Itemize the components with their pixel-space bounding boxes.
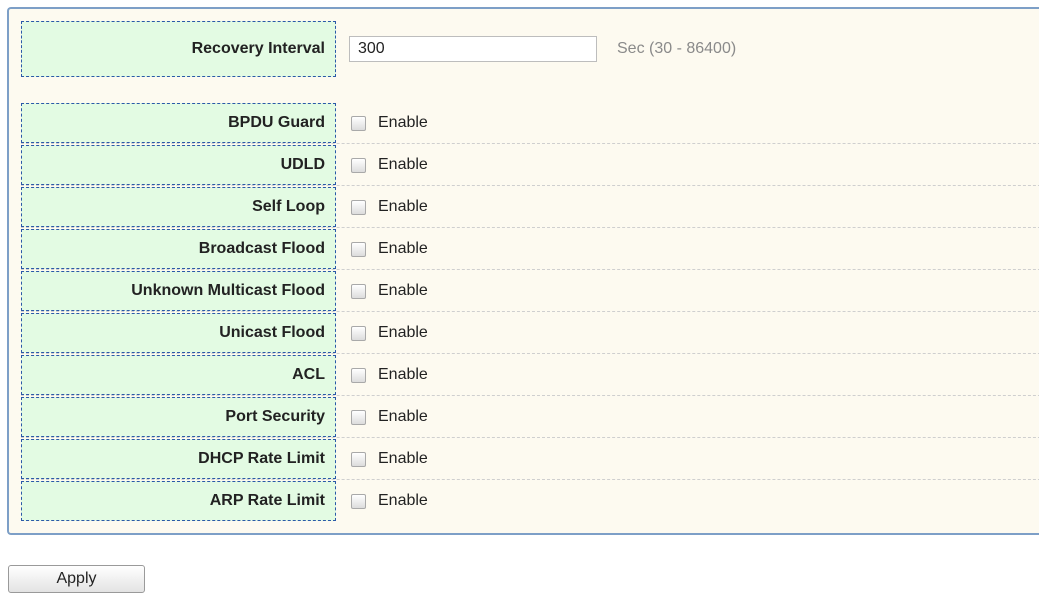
- dhcp-rate-limit-row: DHCP Rate Limit Enable: [21, 439, 1039, 480]
- recovery-interval-label: Recovery Interval: [21, 21, 336, 77]
- udld-checkbox[interactable]: [351, 157, 366, 173]
- acl-value: Enable: [349, 355, 428, 395]
- arp-rate-limit-value: Enable: [349, 481, 428, 521]
- self-loop-enable-label: Enable: [378, 198, 428, 215]
- port-security-enable-label: Enable: [378, 408, 428, 425]
- port-security-row: Port Security Enable: [21, 397, 1039, 438]
- broadcast-flood-label: Broadcast Flood: [21, 229, 336, 269]
- port-security-value: Enable: [349, 397, 428, 437]
- udld-row: UDLD Enable: [21, 145, 1039, 186]
- unknown-multicast-flood-label: Unknown Multicast Flood: [21, 271, 336, 311]
- broadcast-flood-enable-label: Enable: [378, 240, 428, 257]
- unicast-flood-row: Unicast Flood Enable: [21, 313, 1039, 354]
- self-loop-value: Enable: [349, 187, 428, 227]
- recovery-interval-input[interactable]: [349, 36, 597, 62]
- unknown-multicast-flood-row: Unknown Multicast Flood Enable: [21, 271, 1039, 312]
- dhcp-rate-limit-enable-label: Enable: [378, 450, 428, 467]
- udld-value: Enable: [349, 145, 428, 185]
- port-security-checkbox[interactable]: [351, 409, 366, 425]
- unicast-flood-value: Enable: [349, 313, 428, 353]
- arp-rate-limit-enable-label: Enable: [378, 492, 428, 509]
- bpdu-guard-label: BPDU Guard: [21, 103, 336, 143]
- bpdu-guard-checkbox[interactable]: [351, 115, 366, 131]
- arp-rate-limit-checkbox[interactable]: [351, 493, 366, 509]
- bpdu-guard-row: BPDU Guard Enable: [21, 103, 1039, 144]
- arp-rate-limit-row: ARP Rate Limit Enable: [21, 481, 1039, 521]
- unknown-multicast-flood-value: Enable: [349, 271, 428, 311]
- unknown-multicast-flood-enable-label: Enable: [378, 282, 428, 299]
- recovery-interval-row: Recovery Interval Sec (30 - 86400): [21, 21, 1039, 77]
- port-security-label: Port Security: [21, 397, 336, 437]
- unicast-flood-label: Unicast Flood: [21, 313, 336, 353]
- acl-row: ACL Enable: [21, 355, 1039, 396]
- broadcast-flood-row: Broadcast Flood Enable: [21, 229, 1039, 270]
- udld-label: UDLD: [21, 145, 336, 185]
- dhcp-rate-limit-label: DHCP Rate Limit: [21, 439, 336, 479]
- acl-label: ACL: [21, 355, 336, 395]
- self-loop-checkbox[interactable]: [351, 199, 366, 215]
- dhcp-rate-limit-value: Enable: [349, 439, 428, 479]
- errdisable-settings-panel: Recovery Interval Sec (30 - 86400) BPDU …: [7, 7, 1039, 535]
- acl-enable-label: Enable: [378, 366, 428, 383]
- broadcast-flood-checkbox[interactable]: [351, 241, 366, 257]
- self-loop-row: Self Loop Enable: [21, 187, 1039, 228]
- bpdu-guard-value: Enable: [349, 103, 428, 143]
- bpdu-guard-enable-label: Enable: [378, 114, 428, 131]
- udld-enable-label: Enable: [378, 156, 428, 173]
- acl-checkbox[interactable]: [351, 367, 366, 383]
- unicast-flood-enable-label: Enable: [378, 324, 428, 341]
- unknown-multicast-flood-checkbox[interactable]: [351, 283, 366, 299]
- recovery-interval-value: Sec (30 - 86400): [349, 21, 736, 77]
- recovery-interval-hint: Sec (30 - 86400): [617, 40, 737, 57]
- arp-rate-limit-label: ARP Rate Limit: [21, 481, 336, 521]
- broadcast-flood-value: Enable: [349, 229, 428, 269]
- apply-button[interactable]: Apply: [8, 565, 145, 593]
- dhcp-rate-limit-checkbox[interactable]: [351, 451, 366, 467]
- unicast-flood-checkbox[interactable]: [351, 325, 366, 341]
- self-loop-label: Self Loop: [21, 187, 336, 227]
